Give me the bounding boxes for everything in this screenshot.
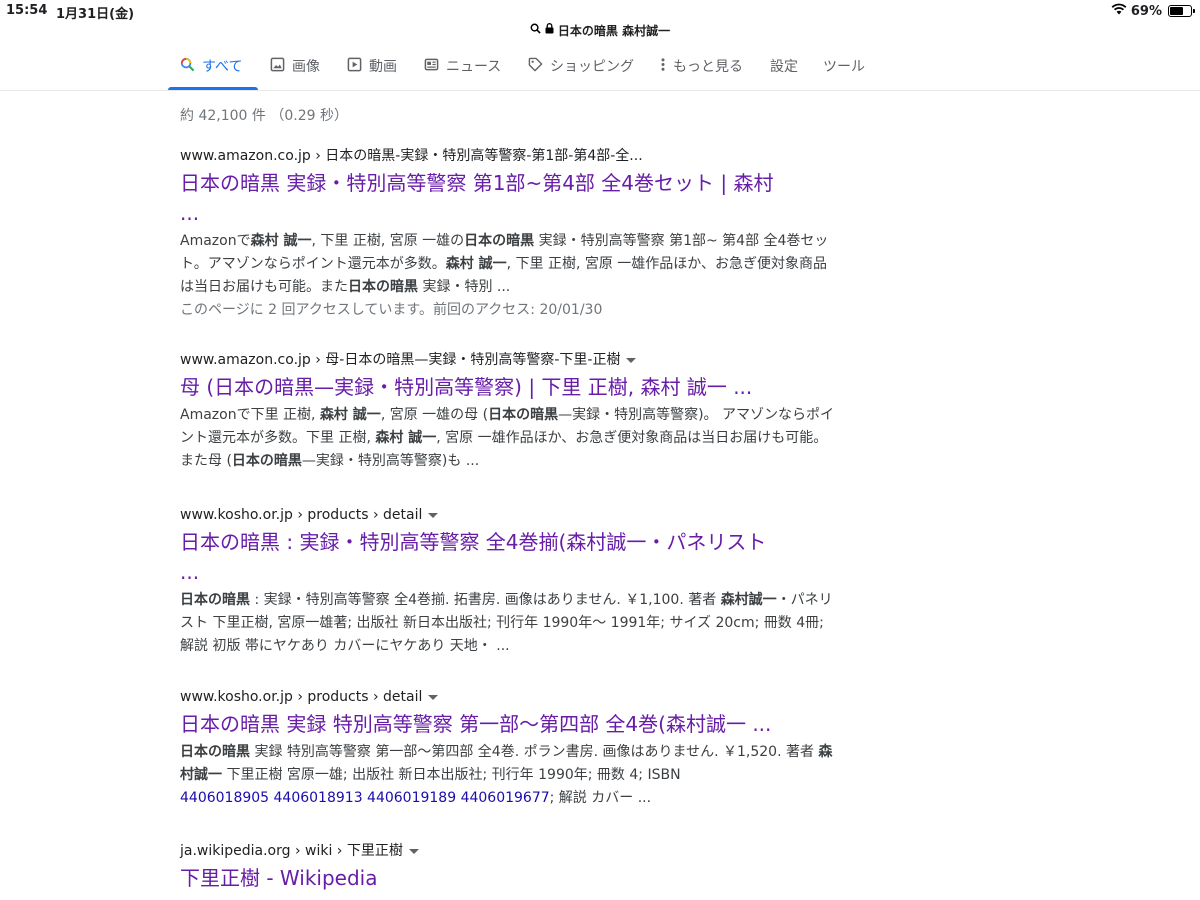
- title-line: ...: [180, 560, 200, 584]
- image-icon: [270, 57, 285, 76]
- search-tabs: すべて 画像 動画 ニュース ショッピング もっと見る 設定 ツール: [0, 44, 1200, 91]
- breadcrumb-text: ja.wikipedia.org › wiki › 下里正樹: [180, 843, 403, 859]
- tab-label: もっと見る: [673, 59, 743, 75]
- battery-icon: [1168, 5, 1195, 17]
- tab-label: ニュース: [446, 59, 502, 75]
- tab-label: ツール: [823, 59, 865, 75]
- result-snippet: Amazonで森村 誠一, 下里 正樹, 宮原 一雄の日本の暗黒 実録・特別高等…: [180, 233, 829, 295]
- title-line: 母 (日本の暗黒—実録・特別高等警察) | 下里 正樹, 森村 誠一 ...: [180, 375, 753, 399]
- search-result: www.amazon.co.jp › 母-日本の暗黒—実録・特別高等警察-下里-…: [180, 350, 840, 473]
- search-icon: [180, 57, 195, 76]
- result-title-link[interactable]: 日本の暗黒 : 実録・特別高等警察 全4巻揃(森村誠一・パネリスト ...: [180, 527, 840, 587]
- breadcrumb-text: www.kosho.or.jp › products › detail: [180, 507, 423, 523]
- result-snippet: 日本の暗黒 実録 特別高等警察 第一部～第四部 全4巻. ポラン書房. 画像はあ…: [180, 741, 840, 810]
- title-line: 下里正樹 - Wikipedia: [180, 866, 378, 890]
- tab-tools[interactable]: ツール: [823, 56, 865, 76]
- tab-settings[interactable]: 設定: [770, 56, 798, 76]
- address-text: 日本の暗黒 森村誠一: [557, 23, 671, 38]
- result-snippet: Amazonで下里 正樹, 森村 誠一, 宮原 一雄の母 (日本の暗黒—実録・特…: [180, 407, 834, 469]
- visited-note: このページに 2 回アクセスしています。前回のアクセス: 20/01/30: [180, 302, 603, 318]
- title-line: ...: [180, 201, 200, 225]
- more-vert-icon: [660, 57, 666, 76]
- result-title-link[interactable]: 母 (日本の暗黒—実録・特別高等警察) | 下里 正樹, 森村 誠一 ...: [180, 372, 840, 402]
- tab-more[interactable]: もっと見る: [660, 56, 743, 76]
- lock-icon: [545, 23, 554, 37]
- title-line: 日本の暗黒 実録・特別高等警察 第1部~第4部 全4巻セット | 森村: [180, 171, 774, 195]
- search-result: www.amazon.co.jp › 日本の暗黒-実録・特別高等警察-第1部-第…: [180, 146, 840, 321]
- result-breadcrumb[interactable]: ja.wikipedia.org › wiki › 下里正樹: [180, 841, 840, 861]
- news-icon: [424, 57, 439, 76]
- video-icon: [347, 57, 362, 76]
- tag-icon: [528, 57, 543, 76]
- title-line: 日本の暗黒 実録 特別高等警察 第一部～第四部 全4巻(森村誠一 ...: [180, 712, 772, 736]
- address-bar[interactable]: 日本の暗黒 森村誠一: [0, 20, 1200, 40]
- status-bar: 15:54 1月31日(金) 69%: [0, 0, 1200, 22]
- search-result: www.kosho.or.jp › products › detail 日本の暗…: [180, 687, 840, 810]
- tab-label: 動画: [369, 59, 397, 75]
- breadcrumb-text: www.kosho.or.jp › products › detail: [180, 689, 423, 705]
- result-title-link[interactable]: 日本の暗黒 実録 特別高等警察 第一部～第四部 全4巻(森村誠一 ...: [180, 709, 840, 739]
- search-result: www.kosho.or.jp › products › detail 日本の暗…: [180, 505, 840, 658]
- result-snippet: 日本の暗黒 : 実録・特別高等警察 全4巻揃. 拓書房. 画像はありません. ￥…: [180, 592, 833, 654]
- active-tab-indicator: [168, 87, 258, 90]
- breadcrumb-text: www.amazon.co.jp › 母-日本の暗黒—実録・特別高等警察-下里-…: [180, 352, 621, 368]
- tab-label: ショッピング: [550, 59, 634, 75]
- result-title-link[interactable]: 下里正樹 - Wikipedia: [180, 863, 840, 893]
- snippet-tail: ; 解説 カバー ...: [549, 790, 652, 806]
- tab-images[interactable]: 画像: [270, 56, 320, 76]
- result-breadcrumb[interactable]: www.kosho.or.jp › products › detail: [180, 505, 840, 525]
- wifi-icon: [1111, 3, 1127, 19]
- title-line: 日本の暗黒 : 実録・特別高等警察 全4巻揃(森村誠一・パネリスト: [180, 530, 767, 554]
- chevron-down-icon[interactable]: [428, 694, 439, 700]
- status-time: 15:54: [6, 3, 48, 18]
- tab-all[interactable]: すべて: [180, 56, 242, 76]
- chevron-down-icon[interactable]: [408, 848, 419, 854]
- search-result: ja.wikipedia.org › wiki › 下里正樹 下里正樹 - Wi…: [180, 841, 840, 893]
- breadcrumb-text: www.amazon.co.jp › 日本の暗黒-実録・特別高等警察-第1部-第…: [180, 148, 643, 164]
- status-right: 69%: [1111, 3, 1195, 19]
- search-icon: [530, 23, 541, 37]
- tab-label: 設定: [770, 59, 798, 75]
- chevron-down-icon[interactable]: [626, 357, 637, 363]
- result-breadcrumb[interactable]: www.amazon.co.jp › 日本の暗黒-実録・特別高等警察-第1部-第…: [180, 146, 840, 166]
- tab-shopping[interactable]: ショッピング: [528, 56, 634, 76]
- snippet-text: 日本の暗黒 実録 特別高等警察 第一部～第四部 全4巻. ポラン書房. 画像はあ…: [180, 744, 833, 783]
- chevron-down-icon[interactable]: [428, 512, 439, 518]
- tab-label: すべて: [202, 59, 243, 75]
- isbn-links[interactable]: 4406018905 4406018913 4406019189 4406019…: [180, 790, 550, 806]
- result-title-link[interactable]: 日本の暗黒 実録・特別高等警察 第1部~第4部 全4巻セット | 森村 ...: [180, 168, 840, 228]
- tab-videos[interactable]: 動画: [347, 56, 397, 76]
- battery-percent: 69%: [1130, 3, 1162, 19]
- result-stats: 約 42,100 件 （0.29 秒）: [180, 108, 348, 124]
- tab-news[interactable]: ニュース: [424, 56, 501, 76]
- result-breadcrumb[interactable]: www.kosho.or.jp › products › detail: [180, 687, 840, 707]
- tab-label: 画像: [292, 59, 320, 75]
- result-breadcrumb[interactable]: www.amazon.co.jp › 母-日本の暗黒—実録・特別高等警察-下里-…: [180, 350, 840, 370]
